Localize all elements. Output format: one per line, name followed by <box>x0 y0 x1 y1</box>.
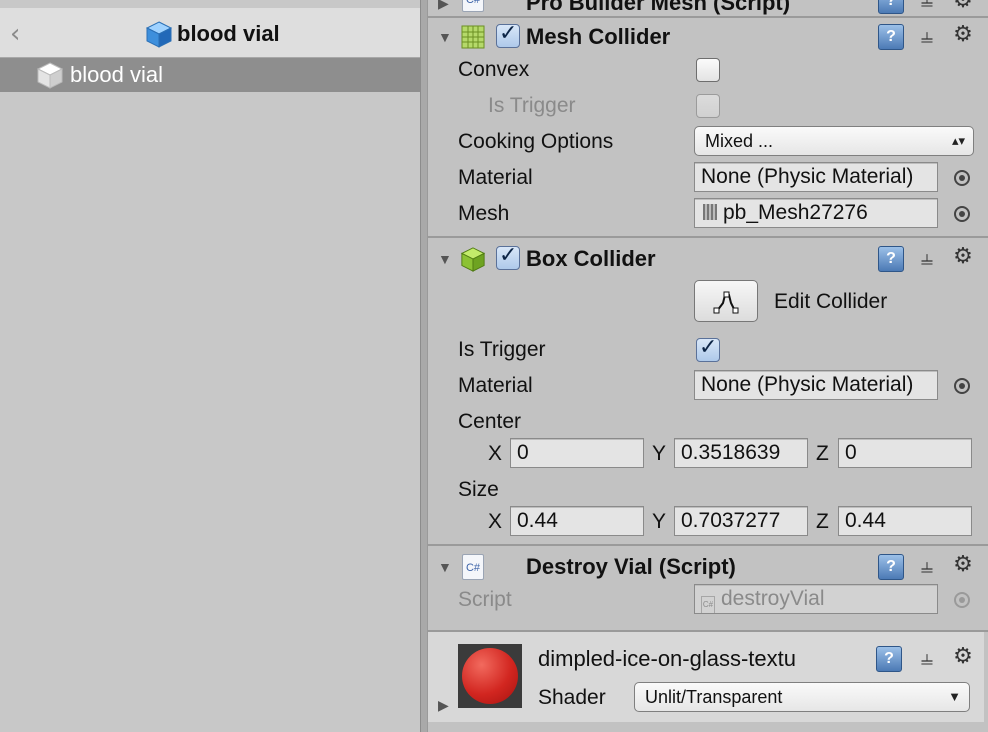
box-collider-enabled-checkbox[interactable] <box>496 243 520 270</box>
section-divider <box>428 16 988 18</box>
updown-arrow-icon: ▴▾ <box>951 133 965 148</box>
foldout-arrow-icon[interactable]: ▶ <box>438 0 452 10</box>
script-label: Script <box>458 588 512 611</box>
object-picker-icon[interactable] <box>954 206 970 222</box>
mesh-collider-enabled-checkbox[interactable] <box>496 21 520 48</box>
mesh-field[interactable]: pb_Mesh27276 <box>694 198 938 228</box>
mesh-value: pb_Mesh27276 <box>723 201 868 224</box>
object-picker-icon[interactable] <box>954 378 970 394</box>
cooking-options-dropdown[interactable]: Mixed ... ▴▾ <box>694 126 974 156</box>
edit-collider-icon <box>713 291 739 314</box>
shader-value: Unlit/Transparent <box>645 687 783 707</box>
dropdown-arrow-icon: ▼ <box>948 689 961 704</box>
presets-icon[interactable]: ⫨ <box>914 24 940 50</box>
inspector-panel: ▶ C# Pro Builder Mesh (Script) ? ⫨ ⚙ ▼ M… <box>428 0 988 732</box>
material-label: Material <box>458 166 533 189</box>
destroy-vial-title: Destroy Vial (Script) <box>526 554 736 579</box>
foldout-arrow-icon[interactable]: ▼ <box>438 30 452 44</box>
edit-collider-label: Edit Collider <box>774 290 888 313</box>
help-icon[interactable]: ? <box>878 554 904 580</box>
hierarchy-title-label: blood vial <box>177 21 280 46</box>
pro-builder-mesh-title: Pro Builder Mesh (Script) <box>526 0 791 15</box>
size-y-label: Y <box>652 510 667 533</box>
help-icon[interactable]: ? <box>878 0 904 14</box>
help-icon[interactable]: ? <box>878 246 904 272</box>
script-asset-icon: C# <box>701 596 715 613</box>
csharp-script-icon: C# <box>462 554 484 580</box>
material-preview-sphere <box>458 644 522 708</box>
csharp-script-icon: C# <box>462 0 484 12</box>
size-x-field[interactable]: 0.44 <box>510 506 644 536</box>
mesh-collider-material-field[interactable]: None (Physic Material) <box>694 162 938 192</box>
cube-blue-icon <box>145 21 173 48</box>
box-material-label: Material <box>458 374 533 397</box>
center-z-field[interactable]: 0 <box>838 438 972 468</box>
mesh-asset-icon <box>703 204 717 220</box>
presets-icon[interactable]: ⫨ <box>914 0 940 14</box>
gear-icon[interactable]: ⚙ <box>950 244 976 270</box>
cube-gray-icon <box>36 62 64 89</box>
script-value: destroyVial <box>721 587 825 610</box>
center-y-field[interactable]: 0.3518639 <box>674 438 808 468</box>
gear-icon[interactable]: ⚙ <box>950 644 976 670</box>
hierarchy-panel: ‹ blood vial blood vial <box>0 0 420 732</box>
mesh-label: Mesh <box>458 202 510 225</box>
size-x-label: X <box>488 510 503 533</box>
script-field[interactable]: C# destroyVial <box>694 584 938 614</box>
box-collider-icon <box>460 247 486 272</box>
presets-icon[interactable]: ⫨ <box>914 646 940 672</box>
convex-checkbox[interactable] <box>696 58 720 82</box>
cooking-options-label: Cooking Options <box>458 130 614 153</box>
back-chevron-icon[interactable]: ‹ <box>10 21 28 47</box>
section-divider <box>428 544 988 546</box>
box-collider-title: Box Collider <box>526 246 656 271</box>
convex-label: Convex <box>458 58 530 81</box>
gear-icon[interactable]: ⚙ <box>950 552 976 578</box>
object-picker-icon <box>954 592 970 608</box>
section-divider <box>428 236 988 238</box>
size-label: Size <box>458 478 499 501</box>
object-picker-icon[interactable] <box>954 170 970 186</box>
hierarchy-row-blood-vial[interactable]: blood vial <box>0 58 420 92</box>
size-y-field[interactable]: 0.7037277 <box>674 506 808 536</box>
help-icon[interactable]: ? <box>876 646 902 672</box>
mesh-collider-icon <box>461 25 485 49</box>
center-x-label: X <box>488 442 503 465</box>
cooking-options-value: Mixed ... <box>705 131 774 151</box>
panel-splitter[interactable] <box>420 0 428 732</box>
is-trigger-label: Is Trigger <box>488 94 576 117</box>
help-icon[interactable]: ? <box>878 24 904 50</box>
center-x-field[interactable]: 0 <box>510 438 644 468</box>
presets-icon[interactable]: ⫨ <box>914 554 940 580</box>
foldout-arrow-icon[interactable]: ▼ <box>438 252 452 266</box>
foldout-arrow-icon[interactable]: ▼ <box>438 560 452 574</box>
center-label: Center <box>458 410 522 433</box>
edit-collider-button[interactable] <box>694 280 758 322</box>
size-z-label: Z <box>816 510 829 533</box>
hierarchy-row-label: blood vial <box>70 62 163 87</box>
material-name: dimpled-ice-on-glass-textu <box>538 646 796 671</box>
box-is-trigger-checkbox[interactable] <box>696 335 720 362</box>
mesh-collider-title: Mesh Collider <box>526 24 671 49</box>
gear-icon[interactable]: ⚙ <box>950 22 976 48</box>
shader-label: Shader <box>538 686 606 709</box>
box-is-trigger-label: Is Trigger <box>458 338 546 361</box>
shader-dropdown[interactable]: Unlit/Transparent ▼ <box>634 682 970 712</box>
hierarchy-title: blood vial <box>145 20 280 48</box>
foldout-arrow-icon[interactable]: ▶ <box>438 698 452 712</box>
size-z-field[interactable]: 0.44 <box>838 506 972 536</box>
center-z-label: Z <box>816 442 829 465</box>
gear-icon[interactable]: ⚙ <box>950 0 976 14</box>
box-collider-material-field[interactable]: None (Physic Material) <box>694 370 938 400</box>
hierarchy-header: ‹ blood vial <box>0 8 420 58</box>
center-y-label: Y <box>652 442 667 465</box>
presets-icon[interactable]: ⫨ <box>914 246 940 272</box>
is-trigger-checkbox[interactable] <box>696 94 720 118</box>
